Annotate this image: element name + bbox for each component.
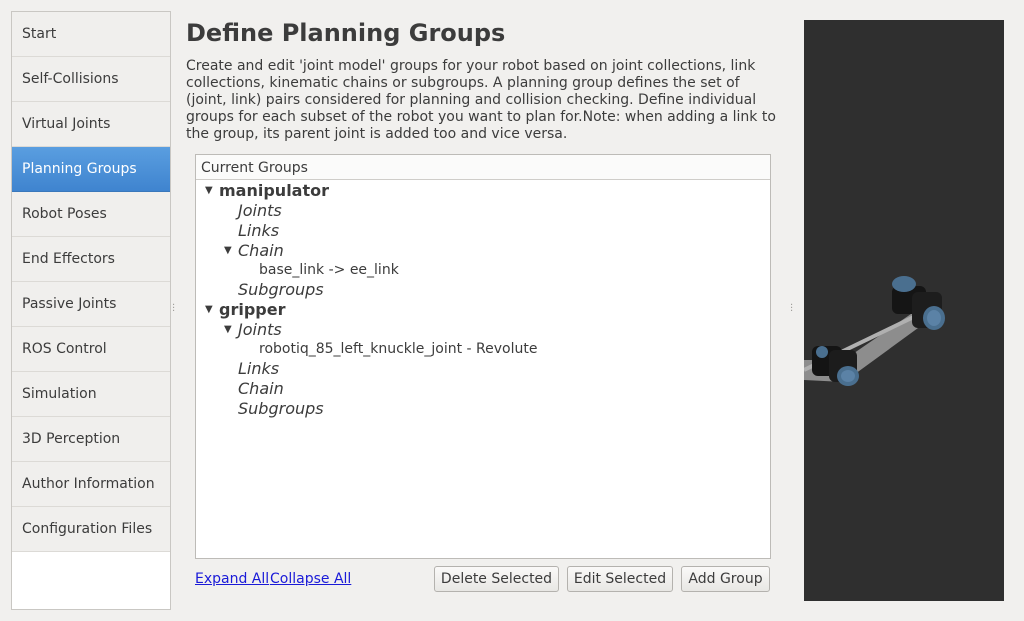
- tree-group-manipulator[interactable]: manipulator: [219, 181, 329, 200]
- sidebar-item-configuration-files[interactable]: Configuration Files: [12, 507, 170, 552]
- sidebar-item-simulation[interactable]: Simulation: [12, 372, 170, 417]
- page-title: Define Planning Groups: [186, 19, 506, 47]
- expand-arrow-icon[interactable]: ▼: [205, 185, 213, 196]
- sidebar-nav: Start Self-Collisions Virtual Joints Pla…: [11, 11, 171, 610]
- edit-selected-button[interactable]: Edit Selected: [567, 566, 673, 592]
- left-splitter-handle[interactable]: · · ·: [172, 301, 175, 317]
- groups-tree[interactable]: Current Groups ▼ manipulator Joints Link…: [195, 154, 771, 559]
- page-description: Create and edit 'joint model' groups for…: [186, 58, 776, 142]
- expand-arrow-icon[interactable]: ▼: [224, 245, 232, 256]
- sidebar-item-end-effectors[interactable]: End Effectors: [12, 237, 170, 282]
- tree-item-subgroups[interactable]: Subgroups: [238, 280, 324, 299]
- tree-item-links[interactable]: Links: [238, 221, 279, 240]
- expand-arrow-icon[interactable]: ▼: [224, 324, 232, 335]
- robot-3d-viewport[interactable]: [803, 20, 1004, 601]
- tree-item-chain[interactable]: Chain: [238, 379, 284, 398]
- robot-arm-model: [803, 276, 945, 386]
- sidebar-item-author-information[interactable]: Author Information: [12, 462, 170, 507]
- tree-group-gripper[interactable]: gripper: [219, 300, 285, 319]
- tree-item-joint-value[interactable]: robotiq_85_left_knuckle_joint - Revolute: [259, 341, 537, 357]
- sidebar-item-robot-poses[interactable]: Robot Poses: [12, 192, 170, 237]
- tree-item-joints[interactable]: Joints: [238, 320, 282, 339]
- tree-item-subgroups[interactable]: Subgroups: [238, 399, 324, 418]
- sidebar-item-virtual-joints[interactable]: Virtual Joints: [12, 102, 170, 147]
- sidebar-item-passive-joints[interactable]: Passive Joints: [12, 282, 170, 327]
- sidebar-item-self-collisions[interactable]: Self-Collisions: [12, 57, 170, 102]
- sidebar-item-3d-perception[interactable]: 3D Perception: [12, 417, 170, 462]
- tree-header: Current Groups: [196, 155, 770, 180]
- add-group-button[interactable]: Add Group: [681, 566, 770, 592]
- tree-item-joints[interactable]: Joints: [238, 201, 282, 220]
- sidebar-item-ros-control[interactable]: ROS Control: [12, 327, 170, 372]
- expand-arrow-icon[interactable]: ▼: [205, 304, 213, 315]
- main-content: Define Planning Groups Create and edit '…: [186, 14, 782, 143]
- sidebar-item-planning-groups[interactable]: Planning Groups: [12, 147, 170, 192]
- tree-item-chain-value[interactable]: base_link -> ee_link: [259, 262, 399, 278]
- delete-selected-button[interactable]: Delete Selected: [434, 566, 559, 592]
- tree-item-links[interactable]: Links: [238, 359, 279, 378]
- tree-item-chain[interactable]: Chain: [238, 241, 284, 260]
- expand-all-link[interactable]: Expand All: [195, 571, 269, 587]
- right-splitter-handle[interactable]: · · ·: [790, 301, 793, 317]
- sidebar-item-start[interactable]: Start: [12, 12, 170, 57]
- collapse-all-link[interactable]: Collapse All: [270, 571, 351, 587]
